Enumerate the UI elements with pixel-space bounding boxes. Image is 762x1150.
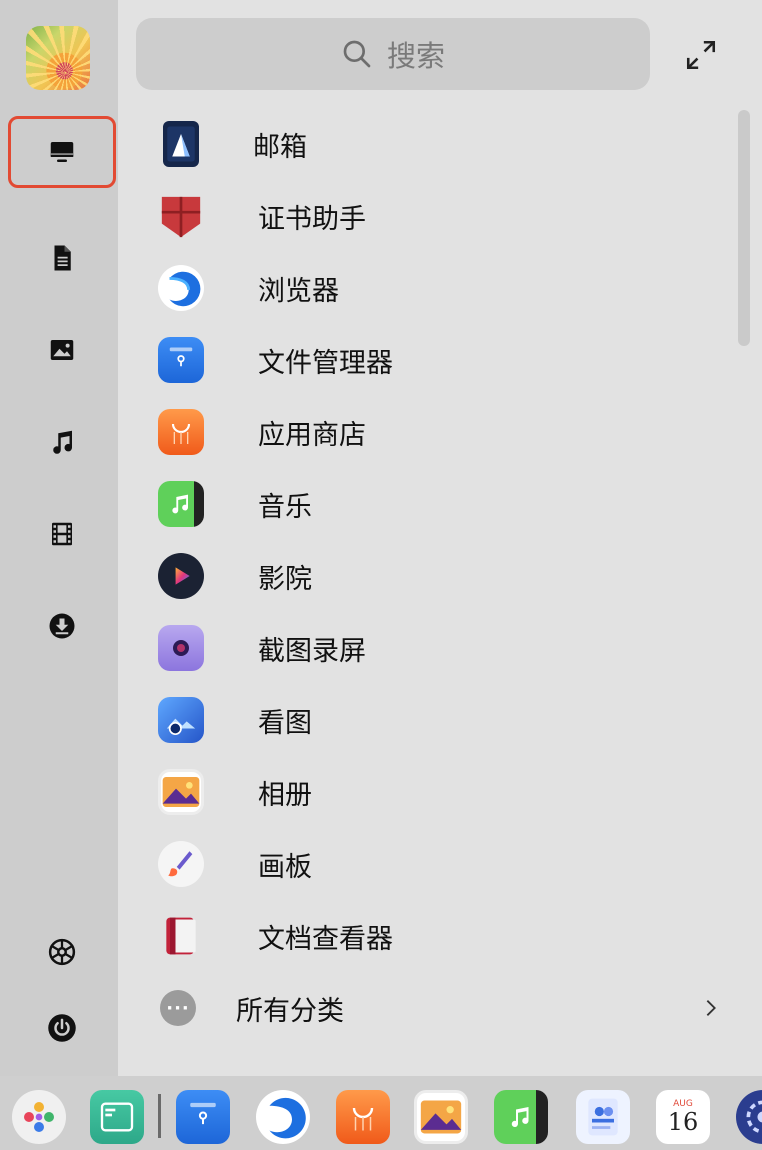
list-item[interactable]: 邮箱	[136, 108, 736, 180]
app-list-scrollbar[interactable]	[738, 110, 750, 346]
power-icon	[48, 1014, 76, 1042]
sidebar-item-computer[interactable]	[8, 116, 116, 188]
search-box[interactable]: 搜索	[136, 18, 650, 90]
category-sidebar	[0, 0, 118, 1076]
app-list: 邮箱 证书助手 浏览器 文件管理器 应用商店 音乐 影院 截图录屏 看图 相册 …	[136, 108, 736, 972]
video-icon	[52, 522, 72, 546]
music-app-icon[interactable]	[494, 1090, 548, 1144]
user-avatar[interactable]	[26, 26, 90, 90]
all-categories-button[interactable]: ··· 所有分类	[136, 972, 736, 1044]
app-name: 浏览器	[258, 275, 339, 307]
list-item[interactable]: 相册	[136, 756, 736, 828]
file-manager-icon	[158, 337, 204, 383]
app-name: 画板	[258, 851, 312, 883]
settings-icon[interactable]	[736, 1090, 762, 1144]
list-item[interactable]: 音乐	[136, 468, 736, 540]
search-icon	[343, 40, 371, 68]
app-store-icon[interactable]	[336, 1090, 390, 1144]
sidebar-item-videos[interactable]	[8, 498, 116, 570]
sidebar-item-documents[interactable]	[8, 222, 116, 294]
list-item[interactable]: 截图录屏	[136, 612, 736, 684]
album-icon[interactable]	[414, 1090, 468, 1144]
certificate-icon	[158, 193, 204, 239]
taskbar-dock: AUG 16	[0, 1076, 762, 1150]
sidebar-item-downloads[interactable]	[8, 590, 116, 662]
calendar-day: 16	[667, 1108, 699, 1136]
app-name: 应用商店	[258, 419, 366, 451]
mail-icon	[163, 121, 199, 167]
album-icon	[158, 769, 204, 815]
launcher-icon[interactable]	[12, 1090, 66, 1144]
screenshot-icon	[158, 625, 204, 671]
computer-icon	[50, 142, 74, 162]
list-item[interactable]: 影院	[136, 540, 736, 612]
sidebar-item-settings[interactable]	[8, 916, 116, 988]
list-item[interactable]: 画板	[136, 828, 736, 900]
picture-icon	[50, 340, 74, 360]
drawing-board-icon	[158, 841, 204, 887]
dock-separator	[158, 1094, 161, 1138]
app-store-icon	[158, 409, 204, 455]
list-item[interactable]: 浏览器	[136, 252, 736, 324]
document-icon	[54, 245, 71, 271]
music-app-icon	[158, 481, 204, 527]
search-placeholder: 搜索	[386, 39, 445, 73]
sidebar-item-power[interactable]	[8, 992, 116, 1064]
more-icon: ···	[160, 990, 196, 1026]
contacts-icon[interactable]	[576, 1090, 630, 1144]
music-icon	[53, 430, 73, 454]
app-name: 相册	[258, 779, 312, 811]
sidebar-item-music[interactable]	[8, 406, 116, 478]
cinema-icon	[158, 553, 204, 599]
list-item[interactable]: 证书助手	[136, 180, 736, 252]
all-categories-label: 所有分类	[236, 995, 344, 1027]
app-name: 音乐	[258, 491, 312, 523]
download-icon	[49, 613, 75, 639]
multitask-view-icon[interactable]	[90, 1090, 144, 1144]
app-name: 证书助手	[258, 203, 366, 235]
calendar-icon[interactable]: AUG 16	[656, 1090, 710, 1144]
image-viewer-icon	[158, 697, 204, 743]
app-name: 影院	[258, 563, 312, 595]
chevron-right-icon	[706, 1000, 716, 1016]
sidebar-item-pictures[interactable]	[8, 314, 116, 386]
app-name: 看图	[258, 707, 312, 739]
app-name: 截图录屏	[258, 635, 366, 667]
fullscreen-expand-icon[interactable]	[684, 38, 718, 72]
settings-icon	[48, 938, 76, 966]
file-manager-icon[interactable]	[176, 1090, 230, 1144]
app-name: 文档查看器	[258, 923, 393, 955]
list-item[interactable]: 文档查看器	[136, 900, 736, 972]
list-item[interactable]: 文件管理器	[136, 324, 736, 396]
browser-icon	[158, 265, 204, 311]
document-viewer-icon	[158, 913, 204, 959]
app-name: 邮箱	[253, 131, 307, 163]
app-name: 文件管理器	[258, 347, 393, 379]
list-item[interactable]: 看图	[136, 684, 736, 756]
browser-icon[interactable]	[256, 1090, 310, 1144]
list-item[interactable]: 应用商店	[136, 396, 736, 468]
